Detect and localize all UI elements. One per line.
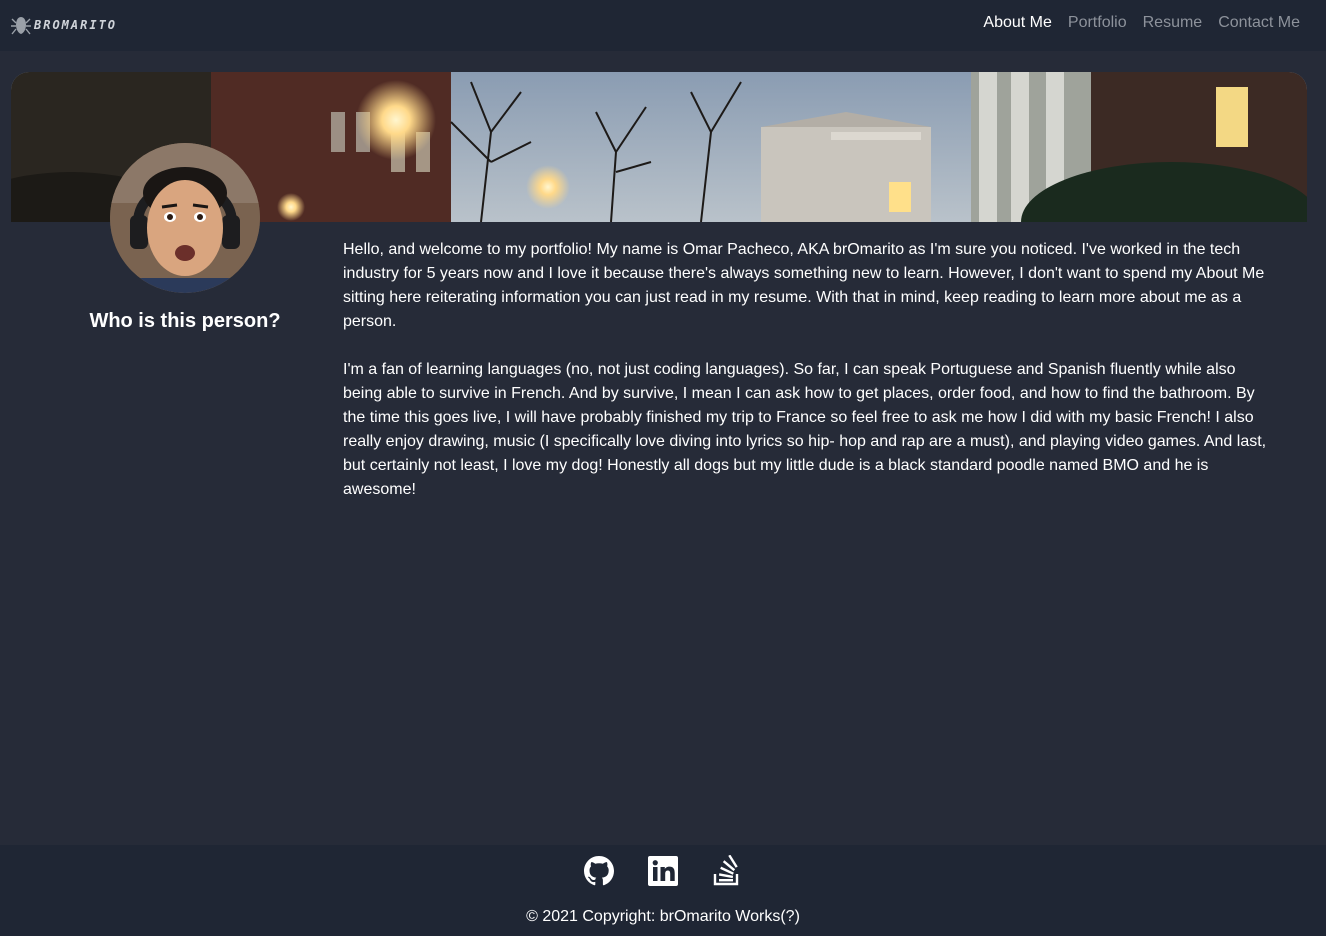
footer: © 2021 Copyright: brOmarito Works(?) bbox=[0, 845, 1326, 936]
navbar: BROMARITO About Me Portfolio Resume Cont… bbox=[0, 0, 1326, 51]
nav-links: About Me Portfolio Resume Contact Me bbox=[983, 14, 1300, 32]
github-link[interactable] bbox=[583, 855, 615, 892]
brand-logo[interactable]: BROMARITO bbox=[11, 13, 117, 37]
nav-portfolio[interactable]: Portfolio bbox=[1068, 14, 1127, 32]
about-paragraph: Hello, and welcome to my portfolio! My n… bbox=[343, 241, 1265, 330]
nav-resume[interactable]: Resume bbox=[1143, 14, 1203, 32]
stackoverflow-icon bbox=[713, 854, 739, 886]
linkedin-icon bbox=[648, 856, 678, 886]
stackoverflow-link[interactable] bbox=[711, 854, 743, 892]
github-icon bbox=[584, 856, 614, 886]
spider-logo-icon bbox=[11, 17, 31, 35]
linkedin-link[interactable] bbox=[647, 855, 679, 892]
profile-heading: Who is this person? bbox=[89, 310, 281, 332]
about-content: Hello, and welcome to my portfolio! My n… bbox=[343, 238, 1279, 502]
social-links bbox=[0, 854, 1326, 892]
brand-logo-text: BROMARITO bbox=[34, 18, 118, 32]
about-paragraph: I'm a fan of learning languages (no, not… bbox=[343, 361, 1267, 498]
profile-avatar bbox=[110, 143, 260, 293]
nav-about-me[interactable]: About Me bbox=[983, 14, 1051, 32]
copyright-text: © 2021 Copyright: brOmarito Works(?) bbox=[526, 908, 800, 925]
nav-contact-me[interactable]: Contact Me bbox=[1218, 14, 1300, 32]
